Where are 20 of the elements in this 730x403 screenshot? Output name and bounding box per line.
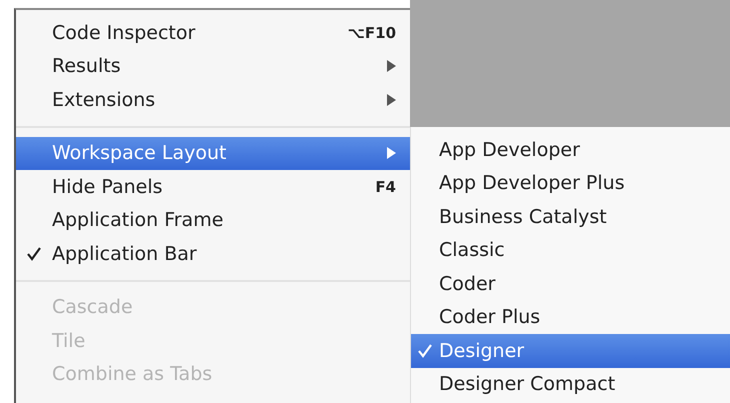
menu-item[interactable]: Application Frame [16,204,410,237]
menu-item[interactable]: Business Catalyst [411,200,730,234]
menu-item[interactable]: Classic [411,234,730,267]
menu-item[interactable]: Hide Panels F4 [16,170,410,204]
menu-item[interactable]: Designer [411,334,730,368]
menu-item[interactable]: Workspace Layout [16,136,410,170]
submenu-arrow-icon [386,94,396,106]
menu-item[interactable]: Application Bar [16,237,410,270]
menu-item[interactable]: App Developer Plus [411,166,730,200]
menu-item[interactable]: Extensions [16,83,410,116]
submenu-arrow-icon [386,60,396,72]
menu-item[interactable]: App Developer [411,133,730,166]
menu-item[interactable]: Coder [411,267,730,300]
shortcut-label: ⌥F10 [348,24,396,42]
menu-item[interactable]: Results [16,50,410,83]
shortcut-label: F4 [375,178,396,196]
menu-item[interactable]: Code Inspector ⌥F10 [16,16,410,50]
menu-item[interactable]: Designer Compact [411,368,730,401]
menu-item[interactable]: Coder Plus [411,300,730,334]
submenu-arrow-icon [386,147,396,160]
